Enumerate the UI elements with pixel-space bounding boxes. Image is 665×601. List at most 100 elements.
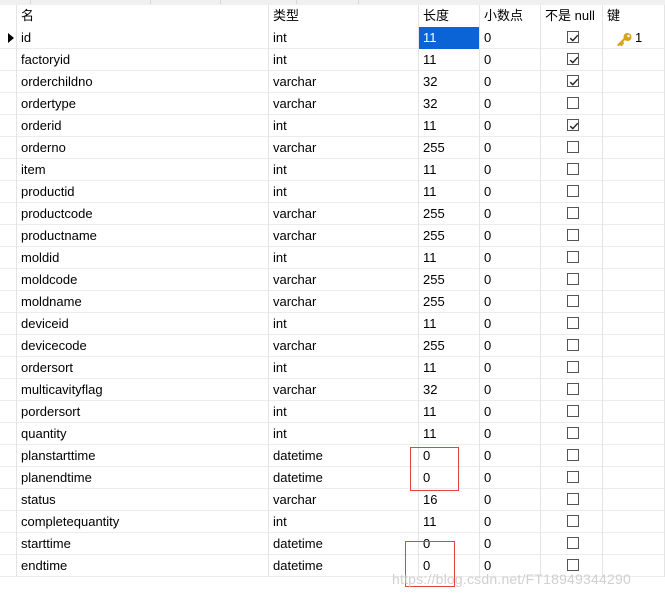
row-indicator[interactable] xyxy=(0,445,17,467)
field-length-cell[interactable]: 0 xyxy=(419,445,480,467)
field-name-cell[interactable]: moldid xyxy=(17,247,269,269)
field-decimals-cell[interactable]: 0 xyxy=(480,511,541,533)
checkbox-icon[interactable] xyxy=(567,427,579,439)
field-decimals-cell[interactable]: 0 xyxy=(480,555,541,577)
row-indicator[interactable] xyxy=(0,49,17,71)
field-name-cell[interactable]: productcode xyxy=(17,203,269,225)
field-length-cell[interactable]: 11 xyxy=(419,357,480,379)
checkbox-icon[interactable] xyxy=(567,383,579,395)
field-name-cell[interactable]: id xyxy=(17,27,269,49)
field-not-null-cell[interactable] xyxy=(541,379,603,401)
table-row[interactable]: productcode varchar 255 0 xyxy=(0,203,665,225)
field-not-null-cell[interactable] xyxy=(541,247,603,269)
field-name-cell[interactable]: factoryid xyxy=(17,49,269,71)
table-row[interactable]: orderno varchar 255 0 xyxy=(0,137,665,159)
table-row[interactable]: status varchar 16 0 xyxy=(0,489,665,511)
field-length-cell[interactable]: 11 xyxy=(419,49,480,71)
tab[interactable] xyxy=(150,0,221,4)
field-type-cell[interactable]: int xyxy=(269,49,419,71)
field-type-cell[interactable]: int xyxy=(269,27,419,49)
field-key-cell[interactable] xyxy=(603,49,665,71)
checkbox-icon[interactable] xyxy=(567,251,579,263)
checkbox-icon[interactable] xyxy=(567,449,579,461)
field-not-null-cell[interactable] xyxy=(541,445,603,467)
field-not-null-cell[interactable] xyxy=(541,533,603,555)
checkbox-icon[interactable] xyxy=(567,317,579,329)
field-key-cell[interactable] xyxy=(603,401,665,423)
field-not-null-cell[interactable] xyxy=(541,313,603,335)
field-not-null-cell[interactable] xyxy=(541,225,603,247)
table-row[interactable]: pordersort int 11 0 xyxy=(0,401,665,423)
table-row[interactable]: devicecode varchar 255 0 xyxy=(0,335,665,357)
table-row[interactable]: factoryid int 11 0 xyxy=(0,49,665,71)
field-length-cell[interactable]: 255 xyxy=(419,291,480,313)
field-name-cell[interactable]: orderchildno xyxy=(17,71,269,93)
row-indicator[interactable] xyxy=(0,137,17,159)
row-indicator[interactable] xyxy=(0,247,17,269)
checkbox-icon[interactable] xyxy=(567,405,579,417)
column-header-length[interactable]: 长度 xyxy=(419,5,480,27)
field-key-cell[interactable] xyxy=(603,203,665,225)
field-not-null-cell[interactable] xyxy=(541,335,603,357)
tab[interactable] xyxy=(0,0,31,4)
field-name-cell[interactable]: productid xyxy=(17,181,269,203)
field-length-cell[interactable]: 11 xyxy=(419,27,480,49)
field-length-cell[interactable]: 255 xyxy=(419,137,480,159)
field-length-cell[interactable]: 255 xyxy=(419,225,480,247)
row-indicator[interactable] xyxy=(0,269,17,291)
field-type-cell[interactable]: int xyxy=(269,181,419,203)
column-header-key[interactable]: 键 xyxy=(603,5,665,27)
field-length-cell[interactable]: 11 xyxy=(419,115,480,137)
checkbox-icon[interactable] xyxy=(567,295,579,307)
field-not-null-cell[interactable] xyxy=(541,203,603,225)
field-not-null-cell[interactable] xyxy=(541,181,603,203)
checkbox-icon[interactable] xyxy=(567,493,579,505)
field-name-cell[interactable]: ordersort xyxy=(17,357,269,379)
field-name-cell[interactable]: endtime xyxy=(17,555,269,577)
row-indicator[interactable] xyxy=(0,291,17,313)
field-type-cell[interactable]: int xyxy=(269,247,419,269)
tab[interactable] xyxy=(30,0,151,4)
field-not-null-cell[interactable] xyxy=(541,71,603,93)
table-row[interactable]: id int 11 0 1 xyxy=(0,27,665,49)
field-type-cell[interactable]: datetime xyxy=(269,467,419,489)
field-type-cell[interactable]: varchar xyxy=(269,291,419,313)
field-decimals-cell[interactable]: 0 xyxy=(480,247,541,269)
field-type-cell[interactable]: datetime xyxy=(269,445,419,467)
table-row[interactable]: deviceid int 11 0 xyxy=(0,313,665,335)
field-name-cell[interactable]: orderid xyxy=(17,115,269,137)
field-decimals-cell[interactable]: 0 xyxy=(480,93,541,115)
field-length-cell[interactable]: 255 xyxy=(419,203,480,225)
row-indicator[interactable] xyxy=(0,313,17,335)
table-row[interactable]: multicavityflag varchar 32 0 xyxy=(0,379,665,401)
table-row[interactable]: planstarttime datetime 0 0 xyxy=(0,445,665,467)
field-decimals-cell[interactable]: 0 xyxy=(480,379,541,401)
field-key-cell[interactable] xyxy=(603,93,665,115)
table-row[interactable]: quantity int 11 0 xyxy=(0,423,665,445)
table-row[interactable]: orderid int 11 0 xyxy=(0,115,665,137)
field-not-null-cell[interactable] xyxy=(541,137,603,159)
row-indicator[interactable] xyxy=(0,379,17,401)
field-name-cell[interactable]: devicecode xyxy=(17,335,269,357)
field-key-cell[interactable] xyxy=(603,159,665,181)
row-indicator[interactable] xyxy=(0,93,17,115)
field-key-cell[interactable] xyxy=(603,247,665,269)
checkbox-icon[interactable] xyxy=(567,229,579,241)
field-not-null-cell[interactable] xyxy=(541,401,603,423)
column-header-not-null[interactable]: 不是 null xyxy=(541,5,603,27)
row-indicator[interactable] xyxy=(0,467,17,489)
field-key-cell[interactable] xyxy=(603,533,665,555)
field-type-cell[interactable]: int xyxy=(269,159,419,181)
field-not-null-cell[interactable] xyxy=(541,27,603,49)
row-indicator[interactable] xyxy=(0,533,17,555)
field-key-cell[interactable] xyxy=(603,467,665,489)
row-indicator[interactable] xyxy=(0,159,17,181)
field-decimals-cell[interactable]: 0 xyxy=(480,401,541,423)
field-type-cell[interactable]: int xyxy=(269,115,419,137)
field-length-cell[interactable]: 255 xyxy=(419,335,480,357)
field-type-cell[interactable]: varchar xyxy=(269,71,419,93)
field-name-cell[interactable]: quantity xyxy=(17,423,269,445)
field-name-cell[interactable]: pordersort xyxy=(17,401,269,423)
field-key-cell[interactable] xyxy=(603,445,665,467)
field-length-cell[interactable]: 0 xyxy=(419,533,480,555)
